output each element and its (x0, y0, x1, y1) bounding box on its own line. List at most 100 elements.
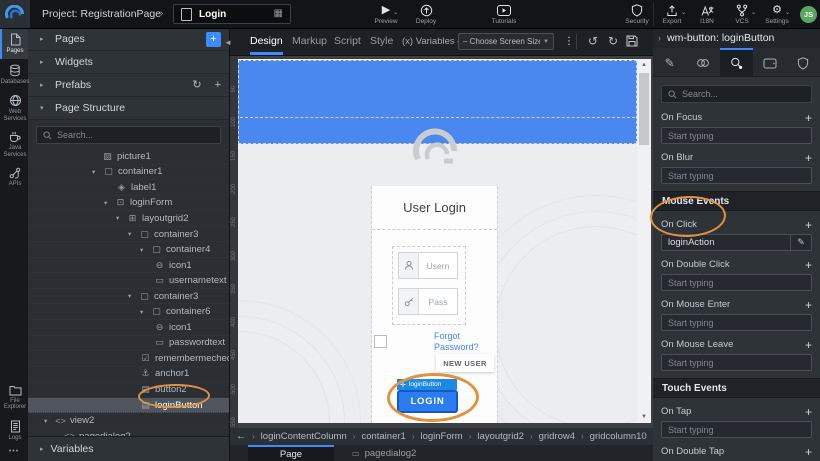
primary-tutorials-button[interactable]: Tutorials (488, 4, 520, 25)
activity-item-pages[interactable]: Pages (0, 28, 28, 59)
chevron-down-icon[interactable]: ▾ (44, 417, 51, 425)
open-page-tab[interactable]: Login ▦ (173, 4, 291, 24)
pages-grid-icon[interactable]: ▦ (274, 9, 283, 19)
activity-item-java-services[interactable]: Java Services (0, 126, 28, 162)
primary-preview-button[interactable]: ▶⌄Preview (370, 4, 402, 25)
event-input-on-blur[interactable]: Start typing (661, 167, 812, 184)
add-event-icon[interactable]: + (805, 112, 812, 124)
edit-action-icon[interactable]: ✎ (790, 235, 811, 250)
tree-node-icon1[interactable]: ⊖icon1 (28, 258, 229, 274)
scroll-down-icon[interactable]: ▼ (637, 411, 651, 423)
screen-size-select[interactable]: – Choose Screen Size – ▼ (458, 33, 554, 50)
breadcrumb-item-container1[interactable]: container1 (361, 431, 405, 442)
canvas-tab-design[interactable]: Design (250, 28, 283, 55)
activity-item-logs[interactable]: Logs (0, 415, 28, 446)
tree-node-container1[interactable]: ▾▢container1 (28, 165, 229, 181)
section-prefabs[interactable]: ▸Prefabs↻+ (28, 74, 229, 97)
save-icon[interactable] (626, 35, 638, 47)
forgot-password-link[interactable]: Forgot Password? (434, 331, 479, 353)
page-structure-search-input[interactable]: Search... (36, 126, 221, 144)
tree-node-container6[interactable]: ▾▢container6 (28, 304, 229, 320)
canvas-tab-script[interactable]: Script (334, 28, 361, 55)
add-event-icon[interactable]: + (805, 299, 812, 311)
canvas-scrollbar[interactable]: ▲ ▼ (637, 59, 651, 423)
plus-icon[interactable]: + (215, 79, 221, 91)
utility-i18n-button[interactable]: I18N (691, 4, 723, 25)
scroll-up-icon[interactable]: ▲ (637, 59, 651, 71)
section-pages[interactable]: ▸Pages+ (28, 28, 229, 51)
event-input-on-tap[interactable]: Start typing (661, 421, 812, 438)
tab-pagedialog2[interactable]: ▭ pagedialog2 (352, 445, 416, 461)
event-input-on-mouse-leave[interactable]: Start typing (661, 354, 812, 371)
tree-node-layoutgrid2[interactable]: ▾⊞layoutgrid2 (28, 211, 229, 227)
tree-node-label1[interactable]: ◈label1 (28, 180, 229, 196)
tab-page[interactable]: Page (248, 445, 334, 461)
utility-vcs-button[interactable]: ⌄VCS (726, 4, 758, 25)
selected-widget-tag[interactable]: ✛ loginButton (397, 379, 457, 390)
section-widgets[interactable]: ▸Widgets (28, 51, 229, 74)
tree-node-picture1[interactable]: ▨picture1 (28, 149, 229, 165)
utility-settings-button[interactable]: ⚙⌄Settings (761, 4, 793, 25)
tree-node-container3[interactable]: ▾▢container3 (28, 289, 229, 305)
inspector-tab-events[interactable] (720, 48, 753, 76)
tree-node-passwordtext[interactable]: ▭passwordtext (28, 336, 229, 352)
collapse-explorer-icon[interactable]: ◄ (224, 38, 232, 47)
variables-menu[interactable]: (x) Variables ▾ (402, 28, 460, 55)
breadcrumb-item-loginForm[interactable]: loginForm (420, 431, 462, 442)
variables-section-header[interactable]: ▸ Variables (28, 436, 229, 461)
event-input-on-mouse-enter[interactable]: Start typing (661, 314, 812, 331)
remember-me-checkbox[interactable] (374, 335, 387, 348)
activity-item-apis[interactable]: APIs (0, 162, 28, 192)
tree-node-loginButton[interactable]: ▤loginButton (28, 398, 229, 414)
username-field[interactable]: Usern (398, 252, 458, 279)
utility-security-button[interactable]: Security (621, 4, 653, 25)
primary-deploy-button[interactable]: Deploy (410, 4, 442, 25)
collapse-panel-icon[interactable]: › (658, 33, 661, 43)
login-button-widget[interactable]: LOGIN (397, 390, 458, 413)
event-input-on-click[interactable]: loginAction✎ (661, 234, 812, 251)
chevron-down-icon[interactable]: ▾ (92, 168, 99, 176)
tree-node-icon1[interactable]: ⊖icon1 (28, 320, 229, 336)
tree-node-button2[interactable]: ▤button2 (28, 382, 229, 398)
new-user-button[interactable]: NEW USER (436, 354, 494, 372)
add-page-button[interactable]: + (206, 32, 221, 47)
add-event-icon[interactable]: + (805, 259, 812, 271)
tree-node-view2[interactable]: ▾<>view2 (28, 413, 229, 429)
redo-icon[interactable]: ↻ (608, 28, 618, 55)
more-icon[interactable]: ••• (0, 445, 28, 461)
breadcrumb-item-gridrow4[interactable]: gridrow4 (539, 431, 575, 442)
activity-item-web-services[interactable]: Web Services (0, 89, 28, 126)
chevron-down-icon[interactable]: ▾ (128, 230, 135, 238)
add-event-icon[interactable]: + (805, 219, 812, 231)
breadcrumb-item-loginContentColumn[interactable]: loginContentColumn (261, 431, 347, 442)
chevron-down-icon[interactable]: ▾ (140, 246, 147, 254)
chevron-down-icon[interactable]: ▾ (104, 199, 111, 207)
chevron-down-icon[interactable]: ▾ (128, 292, 135, 300)
tree-node-pagedialog2[interactable]: <>pagedialog2 (28, 429, 229, 436)
refresh-icon[interactable]: ↻ (192, 79, 201, 91)
scrollbar-thumb[interactable] (639, 73, 649, 145)
add-event-icon[interactable]: + (805, 152, 812, 164)
undo-icon[interactable]: ↺ (588, 28, 598, 55)
events-search-input[interactable]: Search... (661, 85, 812, 103)
breadcrumb-item-gridcolumn10[interactable]: gridcolumn10 (590, 431, 647, 442)
tree-node-anchor1[interactable]: ⚓anchor1 (28, 367, 229, 383)
add-event-icon[interactable]: + (805, 406, 812, 418)
tree-node-usernametext[interactable]: ▭usernametext (28, 273, 229, 289)
chevron-down-icon[interactable]: ▾ (140, 308, 147, 316)
breadcrumb-item-layoutgrid2[interactable]: layoutgrid2 (477, 431, 523, 442)
activity-item-file-explorer[interactable]: File Explorer (0, 380, 28, 415)
inspector-tab-shield2[interactable] (787, 48, 820, 76)
section-page-structure[interactable]: ▾Page Structure (28, 97, 229, 120)
add-event-icon[interactable]: + (805, 446, 812, 458)
event-input-on-focus[interactable]: Start typing (661, 127, 812, 144)
inspector-tab-pencil[interactable]: ✎ (653, 48, 686, 76)
inspector-tab-device[interactable] (753, 48, 786, 76)
canvas-tab-style[interactable]: Style (370, 28, 393, 55)
canvas-tab-markup[interactable]: Markup (292, 28, 327, 55)
event-input-on-double-click[interactable]: Start typing (661, 274, 812, 291)
chevron-down-icon[interactable]: ▾ (116, 214, 123, 222)
activity-item-databases[interactable]: Databases (0, 59, 28, 90)
breadcrumb-back-icon[interactable]: ← (236, 431, 246, 442)
utility-export-button[interactable]: ⌄Export (656, 4, 688, 25)
